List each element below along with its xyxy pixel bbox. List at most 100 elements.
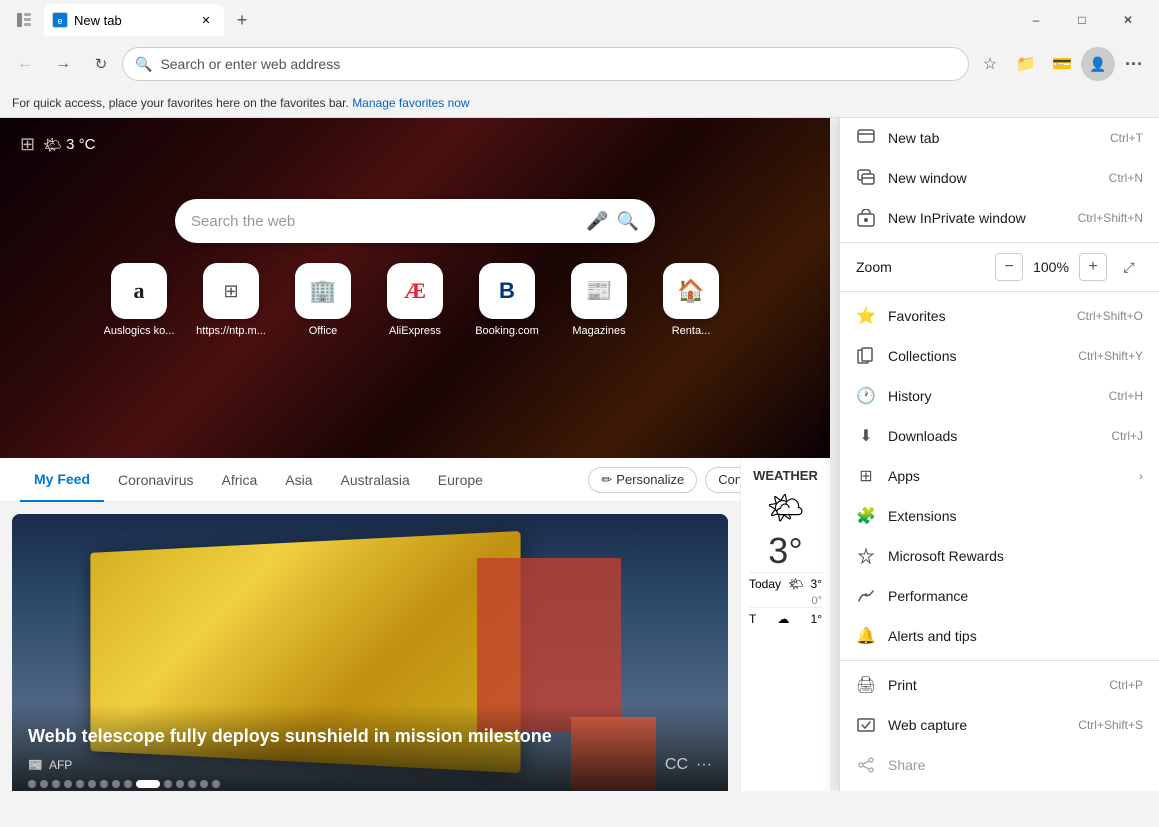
- news-tabs: My Feed Coronavirus Africa Asia Australa…: [0, 458, 830, 502]
- tab-myfeed[interactable]: My Feed: [20, 458, 104, 502]
- menu-item-favorites[interactable]: ⭐ Favorites Ctrl+Shift+O: [840, 296, 1159, 336]
- new-window-icon: [856, 168, 876, 188]
- tab-asia[interactable]: Asia: [271, 458, 326, 502]
- share-label: Share: [888, 757, 1143, 773]
- menu-item-print[interactable]: 🖨 Print Ctrl+P: [840, 665, 1159, 705]
- personalize-button[interactable]: ✏ Personalize: [588, 467, 697, 493]
- divider-3: [840, 660, 1159, 661]
- dot-8[interactable]: [112, 780, 120, 788]
- favorites-icon: ⭐: [856, 306, 876, 326]
- dot-3[interactable]: [52, 780, 60, 788]
- dot-13[interactable]: [188, 780, 196, 788]
- tab-africa[interactable]: Africa: [208, 458, 272, 502]
- wallet-icon[interactable]: 💳: [1045, 47, 1079, 81]
- dot-4[interactable]: [64, 780, 72, 788]
- divider-2: [840, 291, 1159, 292]
- quick-link-aliexpress[interactable]: Æ AliExpress: [375, 263, 455, 337]
- zoom-value: 100%: [1031, 259, 1071, 275]
- refresh-button[interactable]: ↻: [84, 47, 118, 81]
- close-button[interactable]: ✕: [1105, 0, 1151, 40]
- back-button[interactable]: ←: [8, 47, 42, 81]
- downloads-icon: ⬇: [856, 426, 876, 446]
- dot-2[interactable]: [40, 780, 48, 788]
- settings-menu-button[interactable]: ···: [1117, 47, 1151, 81]
- zoom-in-button[interactable]: +: [1079, 253, 1107, 281]
- news-more-icon[interactable]: ···: [696, 756, 712, 774]
- zoom-out-button[interactable]: −: [995, 253, 1023, 281]
- profile-button[interactable]: 👤: [1081, 47, 1115, 81]
- new-window-shortcut: Ctrl+N: [1109, 171, 1143, 185]
- weather-today-row: Today 🌤 3°: [749, 572, 822, 595]
- dot-15[interactable]: [212, 780, 220, 788]
- dot-5[interactable]: [76, 780, 84, 788]
- web-search-box[interactable]: Search the web 🎤 🔍: [175, 199, 655, 243]
- sidebar-toggle-btn[interactable]: [8, 6, 40, 34]
- share-icon: [856, 755, 876, 775]
- menu-item-web-capture[interactable]: Web capture Ctrl+Shift+S: [840, 705, 1159, 745]
- dot-6[interactable]: [88, 780, 96, 788]
- menu-item-share[interactable]: Share: [840, 745, 1159, 785]
- dot-active[interactable]: [136, 780, 160, 788]
- quick-link-rental[interactable]: 🏠 Renta...: [651, 263, 731, 337]
- history-icon: 🕐: [856, 386, 876, 406]
- extensions-icon: 🧩: [856, 506, 876, 526]
- maximize-button[interactable]: □: [1059, 0, 1105, 40]
- forward-button[interactable]: →: [46, 47, 80, 81]
- menu-item-downloads[interactable]: ⬇ Downloads Ctrl+J: [840, 416, 1159, 456]
- quick-link-magazines[interactable]: 📰 Magazines: [559, 263, 639, 337]
- new-tab-button[interactable]: +: [228, 6, 256, 34]
- grid-icon[interactable]: ⊞: [20, 134, 35, 155]
- dot-1[interactable]: [28, 780, 36, 788]
- mic-icon[interactable]: 🎤: [586, 211, 608, 232]
- browser-tab-active[interactable]: e New tab ✕: [44, 4, 224, 36]
- menu-item-extensions[interactable]: 🧩 Extensions: [840, 496, 1159, 536]
- dot-12[interactable]: [176, 780, 184, 788]
- manage-favorites-link[interactable]: Manage favorites now: [352, 96, 469, 110]
- news-source-bar: 📰 AFP CC ···: [28, 756, 712, 774]
- menu-item-history[interactable]: 🕐 History Ctrl+H: [840, 376, 1159, 416]
- menu-item-performance[interactable]: Performance: [840, 576, 1159, 616]
- news-main-card[interactable]: Webb telescope fully deploys sunshield i…: [12, 514, 728, 791]
- dot-14[interactable]: [200, 780, 208, 788]
- menu-item-alerts[interactable]: 🔔 Alerts and tips: [840, 616, 1159, 656]
- menu-item-new-window[interactable]: New window Ctrl+N: [840, 158, 1159, 198]
- quick-link-label-aliexpress: AliExpress: [389, 325, 441, 337]
- minimize-button[interactable]: –: [1013, 0, 1059, 40]
- hero-top: ⊞ 🌤 3 °C: [0, 118, 830, 171]
- menu-item-inprivate[interactable]: New InPrivate window Ctrl+Shift+N: [840, 198, 1159, 238]
- web-capture-shortcut: Ctrl+Shift+S: [1078, 718, 1143, 732]
- ms-rewards-icon: [856, 546, 876, 566]
- menu-item-ms-rewards[interactable]: Microsoft Rewards: [840, 536, 1159, 576]
- new-tab-label: New tab: [888, 130, 1098, 146]
- address-input[interactable]: Search or enter web address: [160, 56, 956, 72]
- dot-11[interactable]: [164, 780, 172, 788]
- quick-link-label-magazines: Magazines: [572, 325, 625, 337]
- favorites-bar: For quick access, place your favorites h…: [0, 88, 1159, 118]
- address-search-box[interactable]: 🔍 Search or enter web address: [122, 47, 969, 81]
- quick-link-ntp[interactable]: ⊞ https://ntp.m...: [191, 263, 271, 337]
- menu-item-collections[interactable]: Collections Ctrl+Shift+Y: [840, 336, 1159, 376]
- menu-item-new-tab[interactable]: New tab Ctrl+T: [840, 118, 1159, 158]
- dropdown-menu: New tab Ctrl+T New window Ctrl+N New InP…: [839, 118, 1159, 791]
- alerts-label: Alerts and tips: [888, 628, 1143, 644]
- tab-coronavirus[interactable]: Coronavirus: [104, 458, 207, 502]
- dot-7[interactable]: [100, 780, 108, 788]
- collections-icon[interactable]: 📁: [1009, 47, 1043, 81]
- quick-link-office[interactable]: 🏢 Office: [283, 263, 363, 337]
- weather-today-label: Today: [749, 577, 781, 591]
- tab-europe[interactable]: Europe: [424, 458, 497, 502]
- search-go-icon[interactable]: 🔍: [617, 211, 639, 232]
- quick-link-booking[interactable]: B Booking.com: [467, 263, 547, 337]
- collections-shortcut: Ctrl+Shift+Y: [1078, 349, 1143, 363]
- favorites-star-icon[interactable]: ☆: [973, 47, 1007, 81]
- menu-item-find-on-page[interactable]: 🔍 Find on page Ctrl+F: [840, 785, 1159, 791]
- news-caption-icon[interactable]: CC: [665, 756, 688, 774]
- dot-9[interactable]: [124, 780, 132, 788]
- zoom-expand-icon[interactable]: ⤢: [1115, 253, 1143, 281]
- menu-item-apps[interactable]: ⊞ Apps ›: [840, 456, 1159, 496]
- weather-temp-small: 3 °C: [66, 136, 95, 153]
- tab-australasia[interactable]: Australasia: [327, 458, 424, 502]
- tab-close-button[interactable]: ✕: [196, 10, 216, 30]
- alerts-icon: 🔔: [856, 626, 876, 646]
- quick-link-auslogics[interactable]: a Auslogics ko...: [99, 263, 179, 337]
